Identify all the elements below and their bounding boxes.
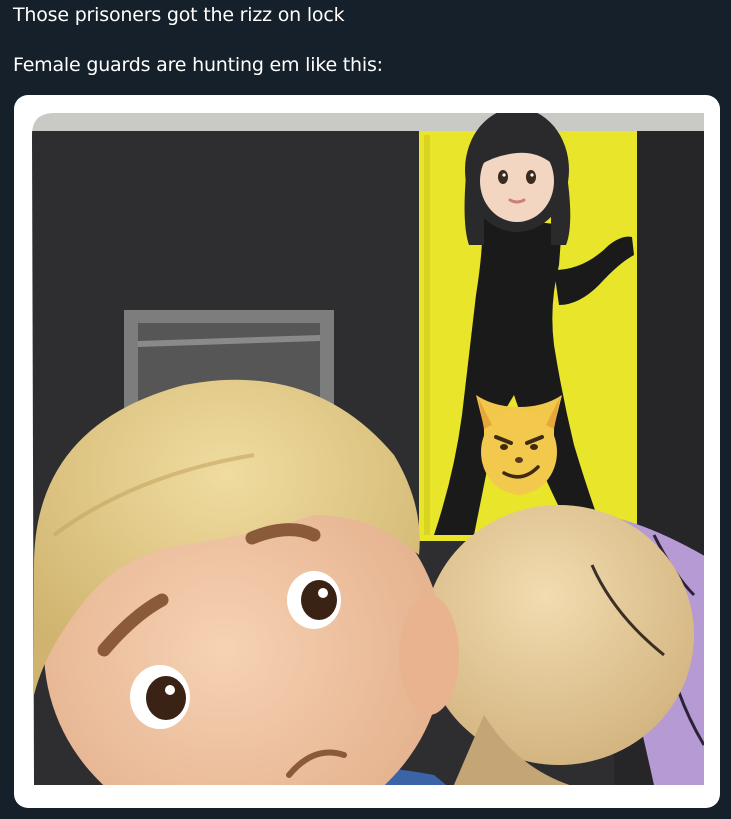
tweet-text-line-1: Those prisoners got the rizz on lock <box>13 4 345 26</box>
tweet-text-line-2: Female guards are hunting em like this: <box>13 54 383 76</box>
tweet-media-image[interactable] <box>14 95 720 808</box>
tweet: Those prisoners got the rizz on lock Fem… <box>0 0 731 819</box>
meme-illustration <box>32 113 704 785</box>
